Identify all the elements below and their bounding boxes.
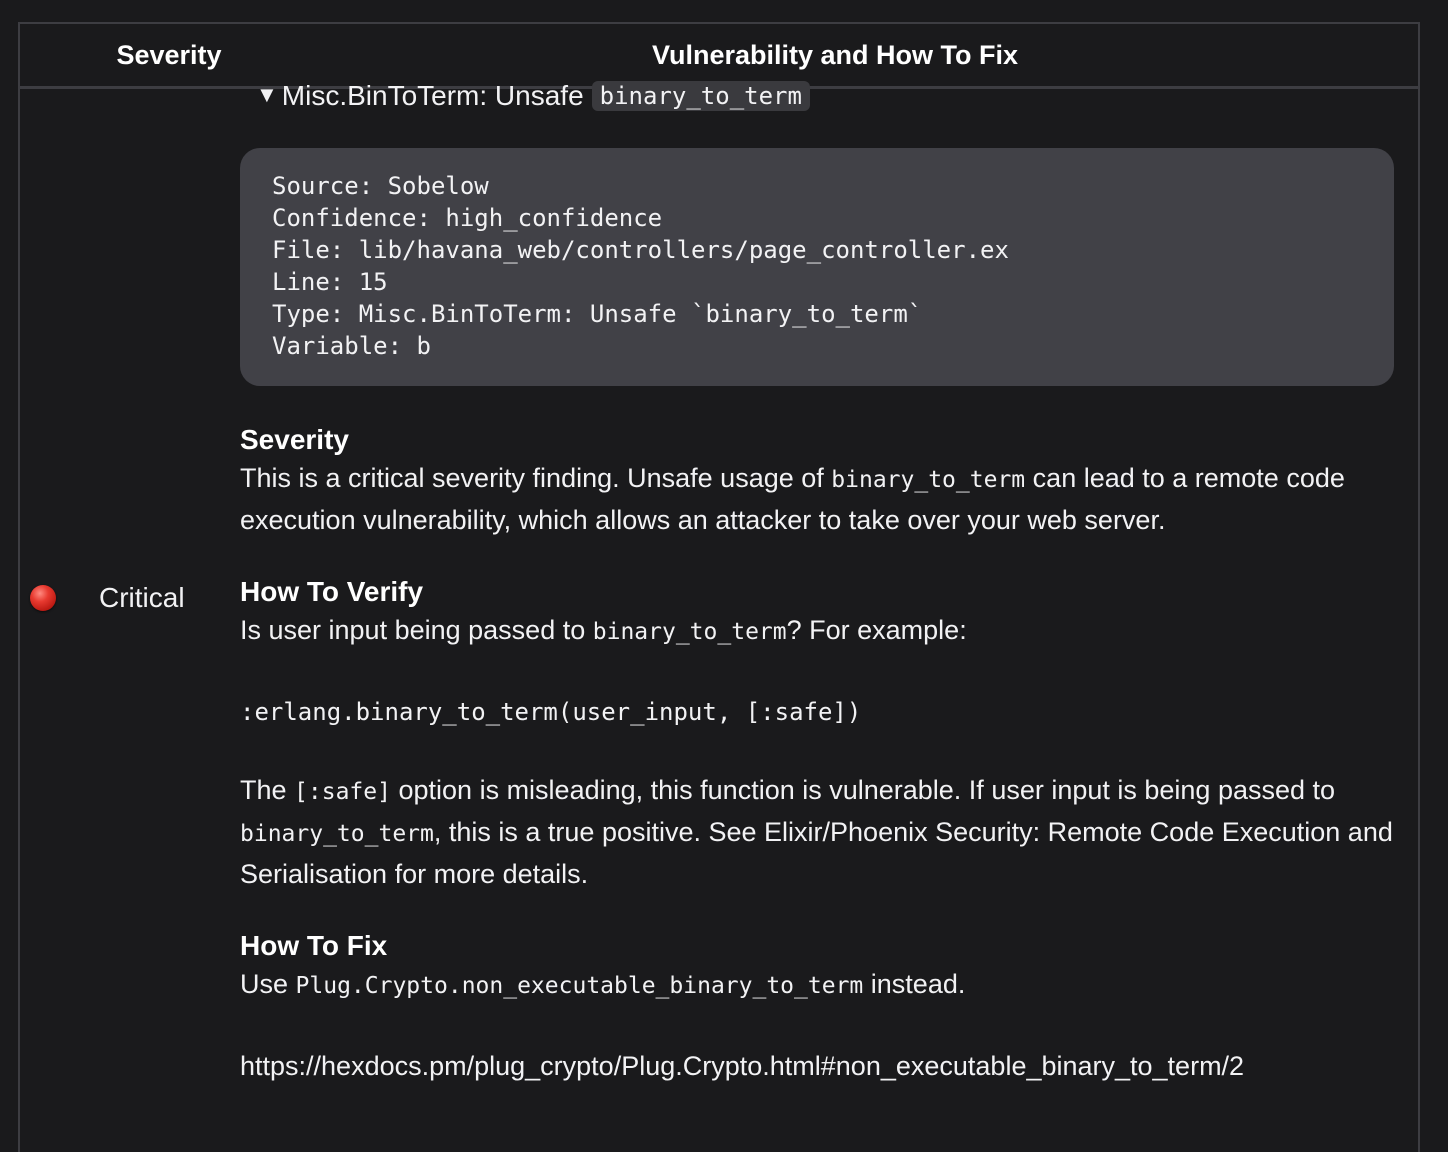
verify-section-text: Is user input being passed to binary_to_… (240, 610, 1394, 652)
fix-section-text: Use Plug.Crypto.non_executable_binary_to… (240, 964, 1394, 1006)
fix-section-title: How To Fix (240, 930, 388, 961)
inline-code: [:safe] (294, 779, 391, 805)
inline-code: Plug.Crypto.non_executable_binary_to_ter… (295, 973, 864, 999)
fix-text-part: instead. (870, 969, 966, 999)
verify-note-part: option is misleading, this function is v… (398, 775, 1336, 805)
fix-text-part: Use (240, 969, 289, 999)
severity-cell: Critical (30, 578, 185, 618)
verify-note-part: The (240, 775, 287, 805)
inline-code: binary_to_term (240, 821, 434, 847)
detail-confidence: Confidence: high_confidence (272, 204, 663, 232)
inline-code: binary_to_term (592, 619, 787, 645)
verify-section-title: How To Verify (240, 576, 424, 607)
finding-disclosure-summary[interactable]: ▼ Misc.BinToTerm: Unsafe binary_to_term (256, 76, 1410, 116)
severity-label: Critical (99, 582, 185, 613)
fix-section: How To Fix Use Plug.Crypto.non_executabl… (240, 928, 1394, 1086)
detail-source: Source: Sobelow (272, 172, 489, 200)
severity-section-text: This is a critical severity finding. Uns… (240, 458, 1394, 540)
detail-type: Type: Misc.BinToTerm: Unsafe `binary_to_… (272, 300, 923, 328)
red-circle-icon (30, 585, 56, 611)
verify-section-note: The [:safe] option is misleading, this f… (240, 770, 1394, 894)
detail-file: File: lib/havana_web/controllers/page_co… (272, 236, 1009, 264)
verify-text-part: ? For example: (786, 615, 967, 645)
detail-line: Line: 15 (272, 268, 388, 296)
vulnerability-cell: ▼ Misc.BinToTerm: Unsafe binary_to_term … (240, 76, 1394, 1086)
finding-title-code: binary_to_term (591, 81, 810, 111)
finding-title: Misc.BinToTerm: Unsafe (281, 80, 584, 111)
docs-link[interactable]: https://hexdocs.pm/plug_crypto/Plug.Cryp… (240, 1046, 1394, 1086)
verify-section: How To Verify Is user input being passed… (240, 574, 1394, 894)
finding-details-code-block: Source: Sobelow Confidence: high_confiden… (240, 148, 1394, 386)
vulnerability-column-header: Vulnerability and How To Fix (651, 40, 1019, 70)
severity-section: Severity This is a critical severity fin… (240, 422, 1394, 540)
example-code: :erlang.binary_to_term(user_input, [:saf… (240, 698, 862, 726)
inline-code: binary_to_term (831, 467, 1026, 493)
severity-text-part: This is a critical severity finding. Uns… (240, 463, 824, 493)
verify-text-part: Is user input being passed to (240, 615, 586, 645)
severity-section-title: Severity (240, 424, 349, 455)
triangle-down-icon: ▼ (256, 82, 278, 107)
detail-variable: Variable: b (272, 332, 431, 360)
